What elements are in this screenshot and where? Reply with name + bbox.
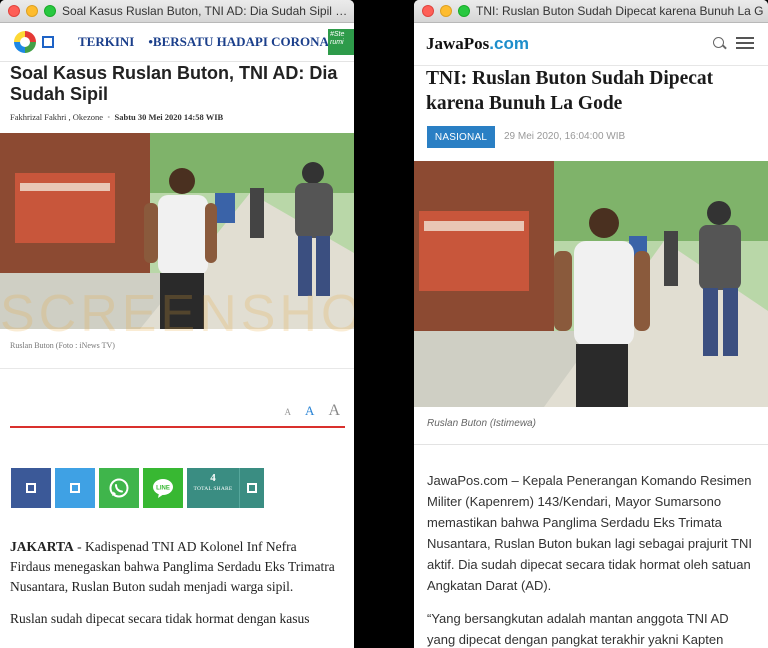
browser-window-jawapos: TNI: Ruslan Buton Sudah Dipecat karena B… [414, 0, 768, 648]
article-photo [414, 161, 768, 407]
share-twitter-button[interactable] [55, 468, 95, 508]
jawapos-logo[interactable]: JawaPos.com [426, 34, 529, 54]
font-size-medium-button[interactable]: A [305, 403, 314, 419]
twitter-icon [70, 483, 80, 493]
close-window-button[interactable] [8, 5, 20, 17]
category-tag[interactable]: NASIONAL [427, 126, 495, 148]
article-paragraph: Ruslan sudah dipecat secara tidak hormat… [10, 611, 310, 626]
font-size-small-button[interactable]: A [285, 407, 292, 417]
minimize-window-button[interactable] [26, 5, 38, 17]
nav-bersatu-hadapi-corona[interactable]: •BERSATU HADAPI CORONA [148, 34, 329, 50]
browser-window-okezone: Soal Kasus Ruslan Buton, TNI AD: Dia Sud… [0, 0, 354, 648]
photo-scene [0, 133, 354, 329]
article-headline: TNI: Ruslan Buton Sudah Dipecat karena B… [426, 68, 714, 114]
photo-caption: Ruslan Buton (Istimewa) [427, 418, 536, 429]
total-share-count: 4 TOTAL SHARE [187, 468, 239, 508]
article-headline: Soal Kasus Ruslan Buton, TNI AD: Dia Sud… [10, 63, 338, 104]
dateline: JAKARTA [10, 539, 74, 554]
okezone-logo-icon[interactable] [14, 31, 36, 53]
traffic-lights [8, 5, 56, 17]
article-body: JawaPos.com – Kepala Penerangan Komando … [427, 470, 758, 648]
logo-suffix: .com [489, 34, 529, 53]
photo-caption: Ruslan Buton (Foto : iNews TV) [10, 341, 115, 350]
menu-square-icon[interactable] [42, 36, 54, 48]
share-more-button[interactable] [239, 468, 264, 508]
nav-terkini[interactable]: TERKINI [78, 34, 134, 50]
facebook-icon [26, 483, 36, 493]
traffic-lights [422, 5, 470, 17]
article-author: Fakhrizal Fakhri , Okezone [10, 112, 103, 122]
share-whatsapp-button[interactable] [99, 468, 139, 508]
minimize-window-button[interactable] [440, 5, 452, 17]
whatsapp-icon [109, 478, 129, 498]
font-size-large-button[interactable]: A [328, 402, 340, 420]
window-title: TNI: Ruslan Buton Sudah Dipecat karena B… [476, 4, 764, 18]
divider [414, 444, 768, 445]
title-bar: Soal Kasus Ruslan Buton, TNI AD: Dia Sud… [0, 0, 354, 23]
hamburger-menu-icon[interactable] [736, 37, 754, 49]
photo-scene [414, 161, 768, 407]
share-bar: LINE 4 TOTAL SHARE [11, 468, 264, 508]
article-body: JAKARTA - Kadispenad TNI AD Kolonel Inf … [10, 537, 340, 641]
close-window-button[interactable] [422, 5, 434, 17]
search-icon[interactable] [713, 37, 724, 48]
font-size-controls: A A A [285, 402, 340, 420]
red-divider [10, 426, 345, 428]
site-nav: TERKINI •BERSATU HADAPI CORONA #Ste rumi [0, 23, 354, 62]
share-count-label: TOTAL SHARE [193, 486, 233, 492]
article-paragraph: “Yang bersangkutan adalah mantan anggota… [427, 611, 729, 647]
logo-main: JawaPos [426, 34, 490, 53]
maximize-window-button[interactable] [44, 5, 56, 17]
covid-campaign-badge[interactable]: #Ste rumi [328, 29, 354, 55]
share-facebook-button[interactable] [11, 468, 51, 508]
line-icon: LINE [153, 479, 173, 498]
article-paragraph: JAKARTA - Kadispenad TNI AD Kolonel Inf … [10, 537, 340, 597]
svg-text:LINE: LINE [156, 486, 170, 492]
maximize-window-button[interactable] [458, 5, 470, 17]
share-line-button[interactable]: LINE [143, 468, 183, 508]
article-date: Sabtu 30 Mei 2020 14:58 WIB [114, 112, 224, 122]
article-photo [0, 133, 354, 329]
divider [0, 368, 354, 369]
title-bar: TNI: Ruslan Buton Sudah Dipecat karena B… [414, 0, 768, 23]
article-date: 29 Mei 2020, 16:04:00 WIB [504, 131, 626, 142]
article-paragraph: JawaPos.com – Kepala Penerangan Komando … [427, 473, 752, 593]
share-count: 4 [210, 472, 216, 484]
more-icon [247, 483, 257, 493]
article-meta: Fakhrizal Fakhri , Okezone • Sabtu 30 Me… [10, 112, 223, 122]
meta-separator: • [107, 112, 111, 122]
window-title: Soal Kasus Ruslan Buton, TNI AD: Dia Sud… [62, 4, 350, 18]
site-nav: JawaPos.com [414, 23, 768, 66]
